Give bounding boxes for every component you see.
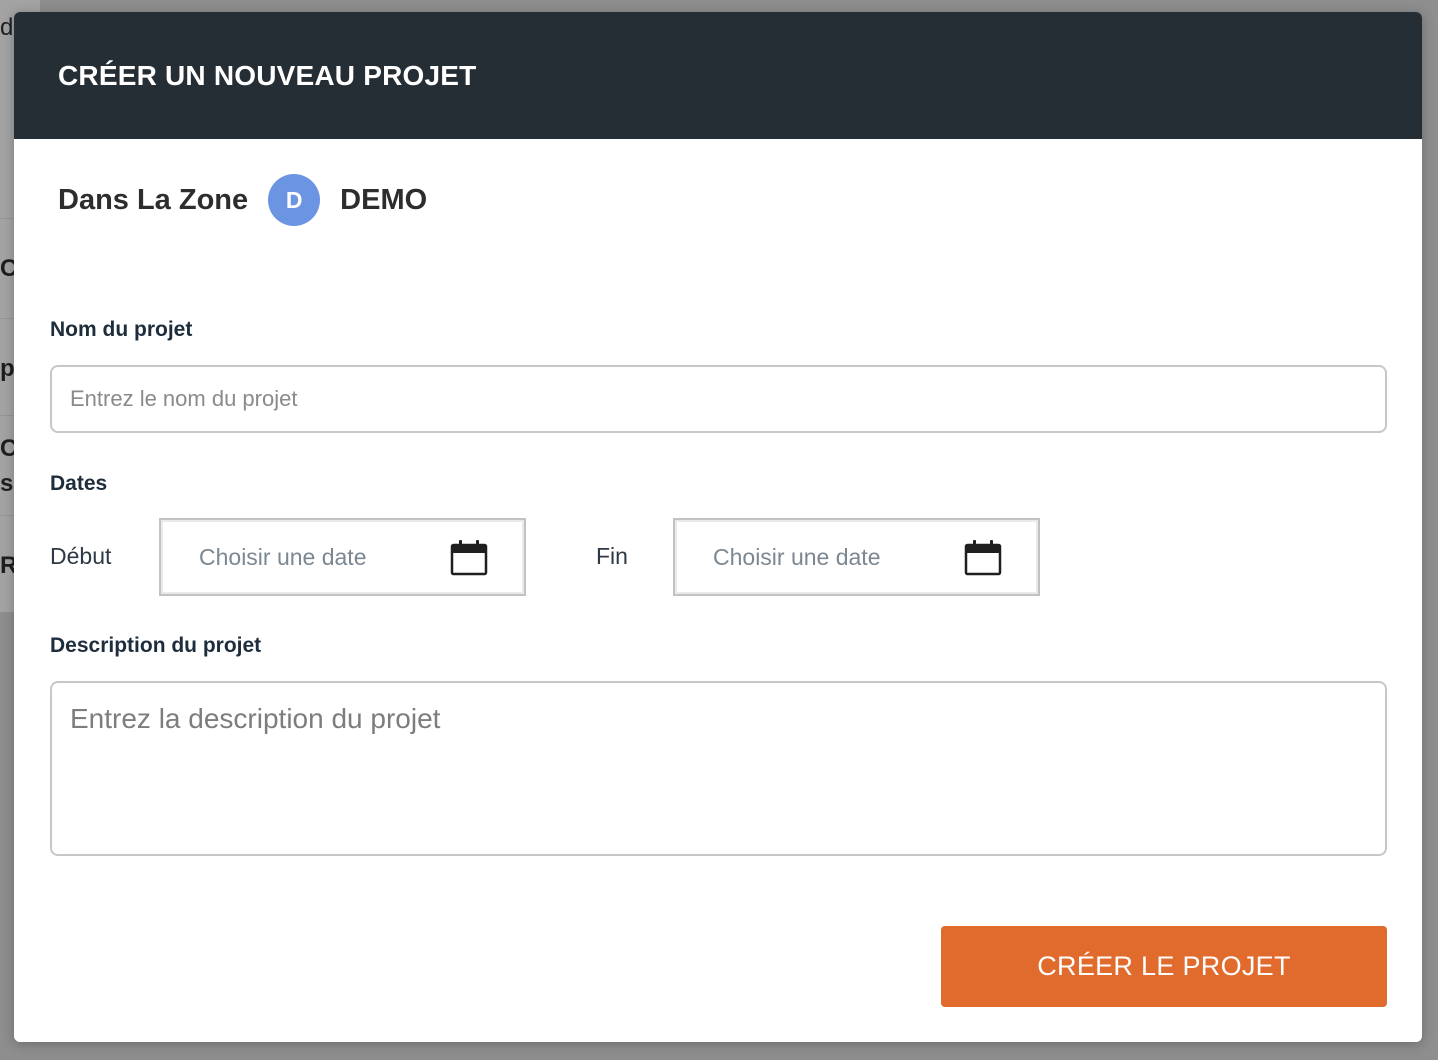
start-date-label: Début [50, 543, 112, 569]
project-name-label: Nom du projet [50, 318, 193, 341]
background-text-fragment: d [0, 14, 14, 41]
start-date-picker[interactable]: Choisir une date [159, 518, 526, 596]
start-date-placeholder: Choisir une date [199, 543, 367, 570]
create-project-modal: CRÉER UN NOUVEAU PROJET Dans La Zone D D… [14, 12, 1422, 1042]
end-date-picker[interactable]: Choisir une date [673, 518, 1040, 596]
workspace-name: DEMO [340, 183, 428, 216]
calendar-icon[interactable] [450, 538, 488, 576]
project-description-textarea[interactable] [50, 681, 1387, 856]
end-date-label: Fin [596, 543, 628, 569]
project-name-input[interactable] [50, 365, 1387, 433]
organization-name: Dans La Zone [58, 183, 249, 216]
workspace-avatar: D [268, 174, 321, 226]
modal-title: CRÉER UN NOUVEAU PROJET [58, 59, 477, 91]
modal-header: CRÉER UN NOUVEAU PROJET [14, 12, 1422, 139]
end-date-placeholder: Choisir une date [713, 543, 881, 570]
create-project-button[interactable]: CRÉER LE PROJET [941, 926, 1387, 1007]
project-description-label: Description du projet [50, 634, 262, 657]
dates-label: Dates [50, 472, 108, 495]
background-text-fragment: p [0, 355, 15, 382]
calendar-icon[interactable] [964, 538, 1002, 576]
organization-row: Dans La Zone D DEMO [58, 172, 427, 228]
